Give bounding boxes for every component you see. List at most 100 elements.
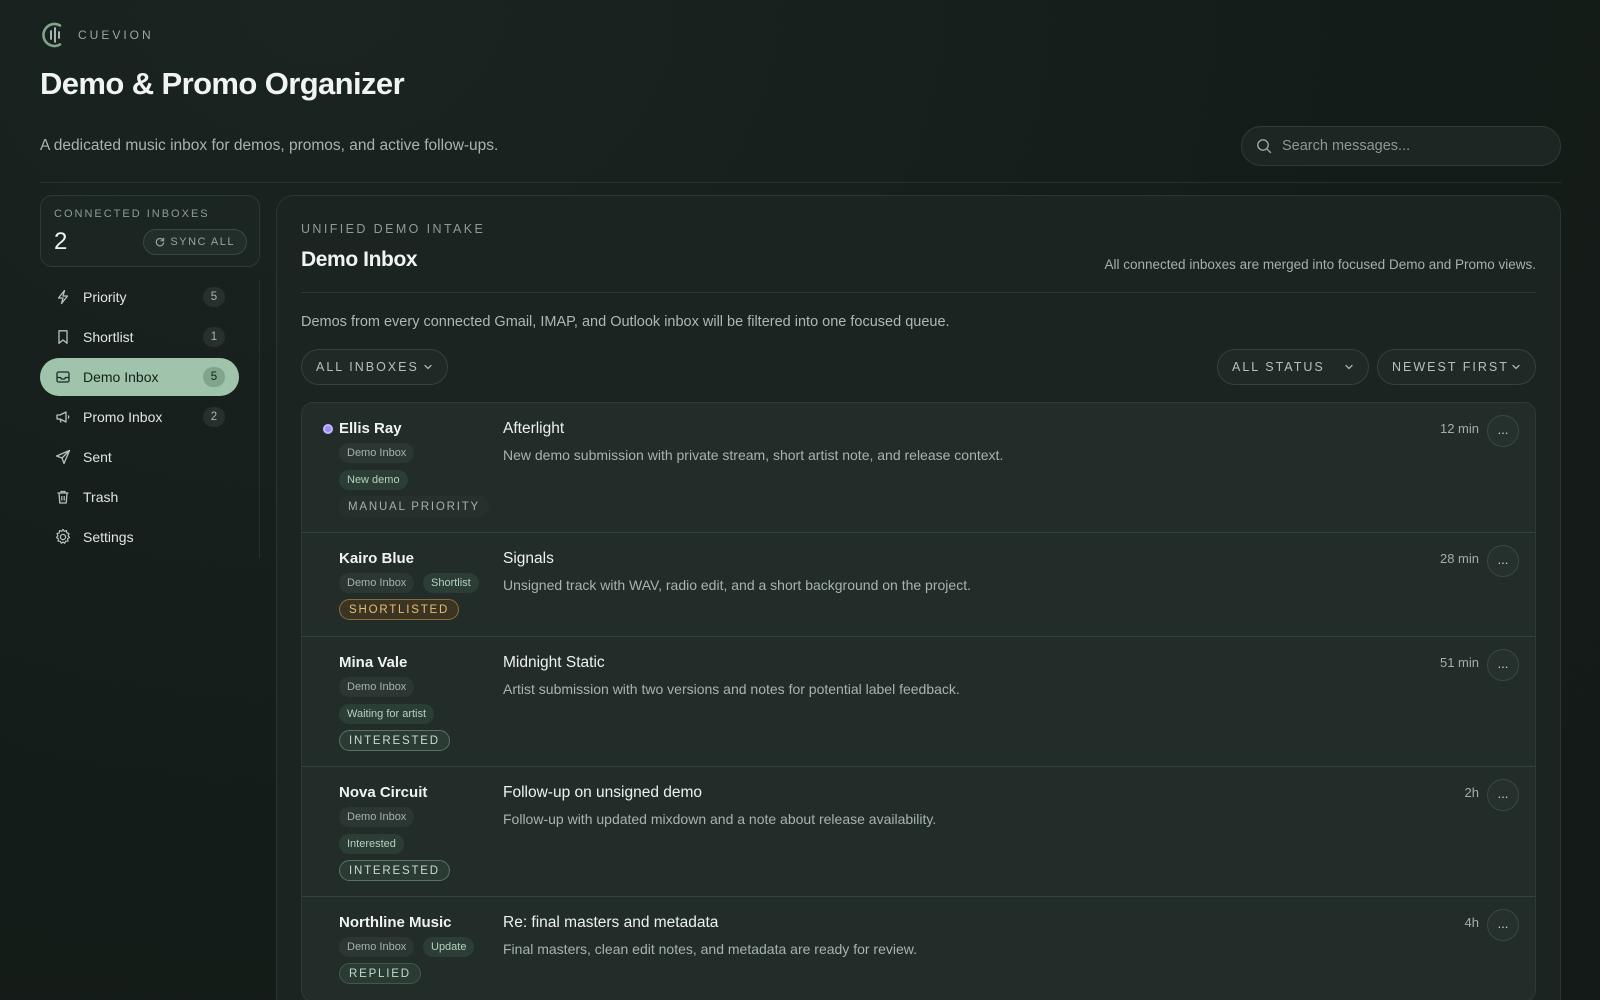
message-sender: Nova Circuit: [339, 784, 428, 801]
megaphone-icon: [53, 407, 73, 427]
connected-inboxes-card: CONNECTED INBOXES 2 SYNC ALL: [40, 195, 260, 267]
search-box[interactable]: [1241, 126, 1561, 166]
panel-divider: [301, 292, 1536, 293]
header-divider: [40, 182, 1561, 183]
search-input[interactable]: [1282, 138, 1542, 154]
sidebar-item-label: Promo Inbox: [83, 409, 163, 425]
more-options-button[interactable]: ...: [1487, 649, 1519, 681]
sidebar-item-label: Sent: [83, 449, 112, 465]
cuevion-logo-icon: [42, 22, 62, 48]
sidebar-item-label: Shortlist: [83, 329, 134, 345]
sidebar-nav: Priority 5 Shortlist 1 Demo Inbox 5 Prom…: [40, 278, 260, 558]
bookmark-icon: [53, 327, 73, 347]
sync-all-button[interactable]: SYNC ALL: [143, 229, 247, 255]
status-badge: REPLIED: [339, 963, 421, 984]
send-icon: [53, 447, 73, 467]
message-tag: Waiting for artist: [339, 704, 435, 724]
message-preview: Unsigned track with WAV, radio edit, and…: [503, 577, 971, 593]
sidebar-item-label: Settings: [83, 529, 134, 545]
message-subject: Follow-up on unsigned demo: [503, 784, 703, 801]
sidebar-item-label: Demo Inbox: [83, 369, 159, 385]
sidebar-item-sent[interactable]: Sent: [40, 438, 239, 476]
sidebar-item-priority[interactable]: Priority 5: [40, 278, 239, 316]
more-options-button[interactable]: ...: [1487, 909, 1519, 941]
message-preview: New demo submission with private stream,…: [503, 447, 1004, 463]
sidebar-item-count: 1: [203, 327, 225, 347]
sync-all-label: SYNC ALL: [170, 236, 235, 248]
message-row[interactable]: Kairo Blue Demo Inbox Shortlist SHORTLIS…: [302, 533, 1535, 637]
unread-indicator: [323, 424, 333, 434]
inbox-filter-dropdown[interactable]: ALL INBOXES: [301, 349, 448, 385]
panel-eyebrow: UNIFIED DEMO INTAKE: [301, 222, 486, 236]
message-subject: Signals: [503, 550, 554, 567]
brand-name: CUEVION: [78, 28, 154, 42]
message-row[interactable]: Mina Vale Demo Inbox Waiting for artist …: [302, 637, 1535, 767]
connected-inboxes-label: CONNECTED INBOXES: [54, 208, 210, 220]
message-preview: Artist submission with two versions and …: [503, 681, 960, 697]
message-row[interactable]: Nova Circuit Demo Inbox Interested INTER…: [302, 767, 1535, 897]
refresh-icon: [156, 237, 165, 247]
sort-label: NEWEST FIRST: [1392, 360, 1509, 374]
message-tag: Update: [423, 937, 475, 957]
message-subject: Afterlight: [503, 420, 565, 437]
message-tag: Demo Inbox: [339, 807, 415, 827]
inbox-filter-label: ALL INBOXES: [316, 360, 419, 374]
message-sender: Ellis Ray: [339, 420, 402, 437]
status-badge: INTERESTED: [339, 860, 450, 881]
message-preview: Follow-up with updated mixdown and a not…: [503, 811, 937, 827]
message-time: 28 min: [1439, 551, 1479, 566]
more-options-button[interactable]: ...: [1487, 779, 1519, 811]
sidebar-item-promo-inbox[interactable]: Promo Inbox 2: [40, 398, 239, 436]
status-badge: MANUAL PRIORITY: [339, 496, 490, 517]
message-row[interactable]: Northline Music Demo Inbox Update REPLIE…: [302, 897, 1535, 1000]
panel-note: All connected inboxes are merged into fo…: [1104, 257, 1536, 272]
inbox-icon: [53, 367, 73, 387]
status-filter-dropdown[interactable]: ALL STATUS: [1217, 349, 1369, 385]
message-tag: Demo Inbox: [339, 443, 415, 463]
message-subject: Midnight Static: [503, 654, 605, 671]
sidebar-item-trash[interactable]: Trash: [40, 478, 239, 516]
panel-description: Demos from every connected Gmail, IMAP, …: [301, 314, 950, 330]
message-time: 51 min: [1439, 655, 1479, 670]
sidebar-item-label: Priority: [83, 289, 127, 305]
demo-inbox-panel: UNIFIED DEMO INTAKE Demo Inbox All conne…: [276, 195, 1561, 1000]
sidebar-item-demo-inbox[interactable]: Demo Inbox 5: [40, 358, 239, 396]
page-subtitle: A dedicated music inbox for demos, promo…: [40, 137, 499, 154]
message-list: Ellis Ray Demo Inbox New demo MANUAL PRI…: [301, 402, 1536, 1000]
sidebar-item-count: 5: [203, 367, 225, 387]
sidebar-item-settings[interactable]: Settings: [40, 518, 239, 556]
message-tag: New demo: [339, 470, 408, 490]
message-tag: Demo Inbox: [339, 677, 415, 697]
status-badge: SHORTLISTED: [339, 599, 460, 620]
message-sender: Mina Vale: [339, 654, 408, 671]
message-preview: Final masters, clean edit notes, and met…: [503, 941, 917, 957]
message-subject: Re: final masters and metadata: [503, 914, 719, 931]
message-time: 2h: [1464, 785, 1479, 800]
search-icon: [1257, 139, 1272, 154]
sidebar-item-label: Trash: [83, 489, 119, 505]
message-sender: Kairo Blue: [339, 550, 415, 567]
bolt-icon: [53, 287, 73, 307]
gear-icon: [53, 527, 73, 547]
chevron-down-icon: [1511, 362, 1521, 372]
message-row[interactable]: Ellis Ray Demo Inbox New demo MANUAL PRI…: [302, 403, 1535, 533]
sidebar-item-count: 5: [203, 287, 225, 307]
message-sender: Northline Music: [339, 914, 452, 931]
more-options-button[interactable]: ...: [1487, 545, 1519, 577]
panel-title: Demo Inbox: [301, 248, 418, 271]
message-time: 12 min: [1439, 421, 1479, 436]
trash-icon: [53, 487, 73, 507]
chevron-down-icon: [423, 362, 433, 372]
connected-inboxes-count: 2: [54, 228, 68, 255]
brand: CUEVION: [40, 20, 154, 50]
message-tag: Demo Inbox: [339, 573, 415, 593]
chevron-down-icon: [1344, 362, 1354, 372]
sidebar-item-count: 2: [203, 407, 225, 427]
message-tag: Demo Inbox: [339, 937, 415, 957]
sort-dropdown[interactable]: NEWEST FIRST: [1377, 349, 1536, 385]
message-tag: Interested: [339, 834, 404, 854]
sidebar-item-shortlist[interactable]: Shortlist 1: [40, 318, 239, 356]
more-options-button[interactable]: ...: [1487, 415, 1519, 447]
page-title: Demo & Promo Organizer: [40, 66, 405, 101]
status-badge: INTERESTED: [339, 730, 450, 751]
